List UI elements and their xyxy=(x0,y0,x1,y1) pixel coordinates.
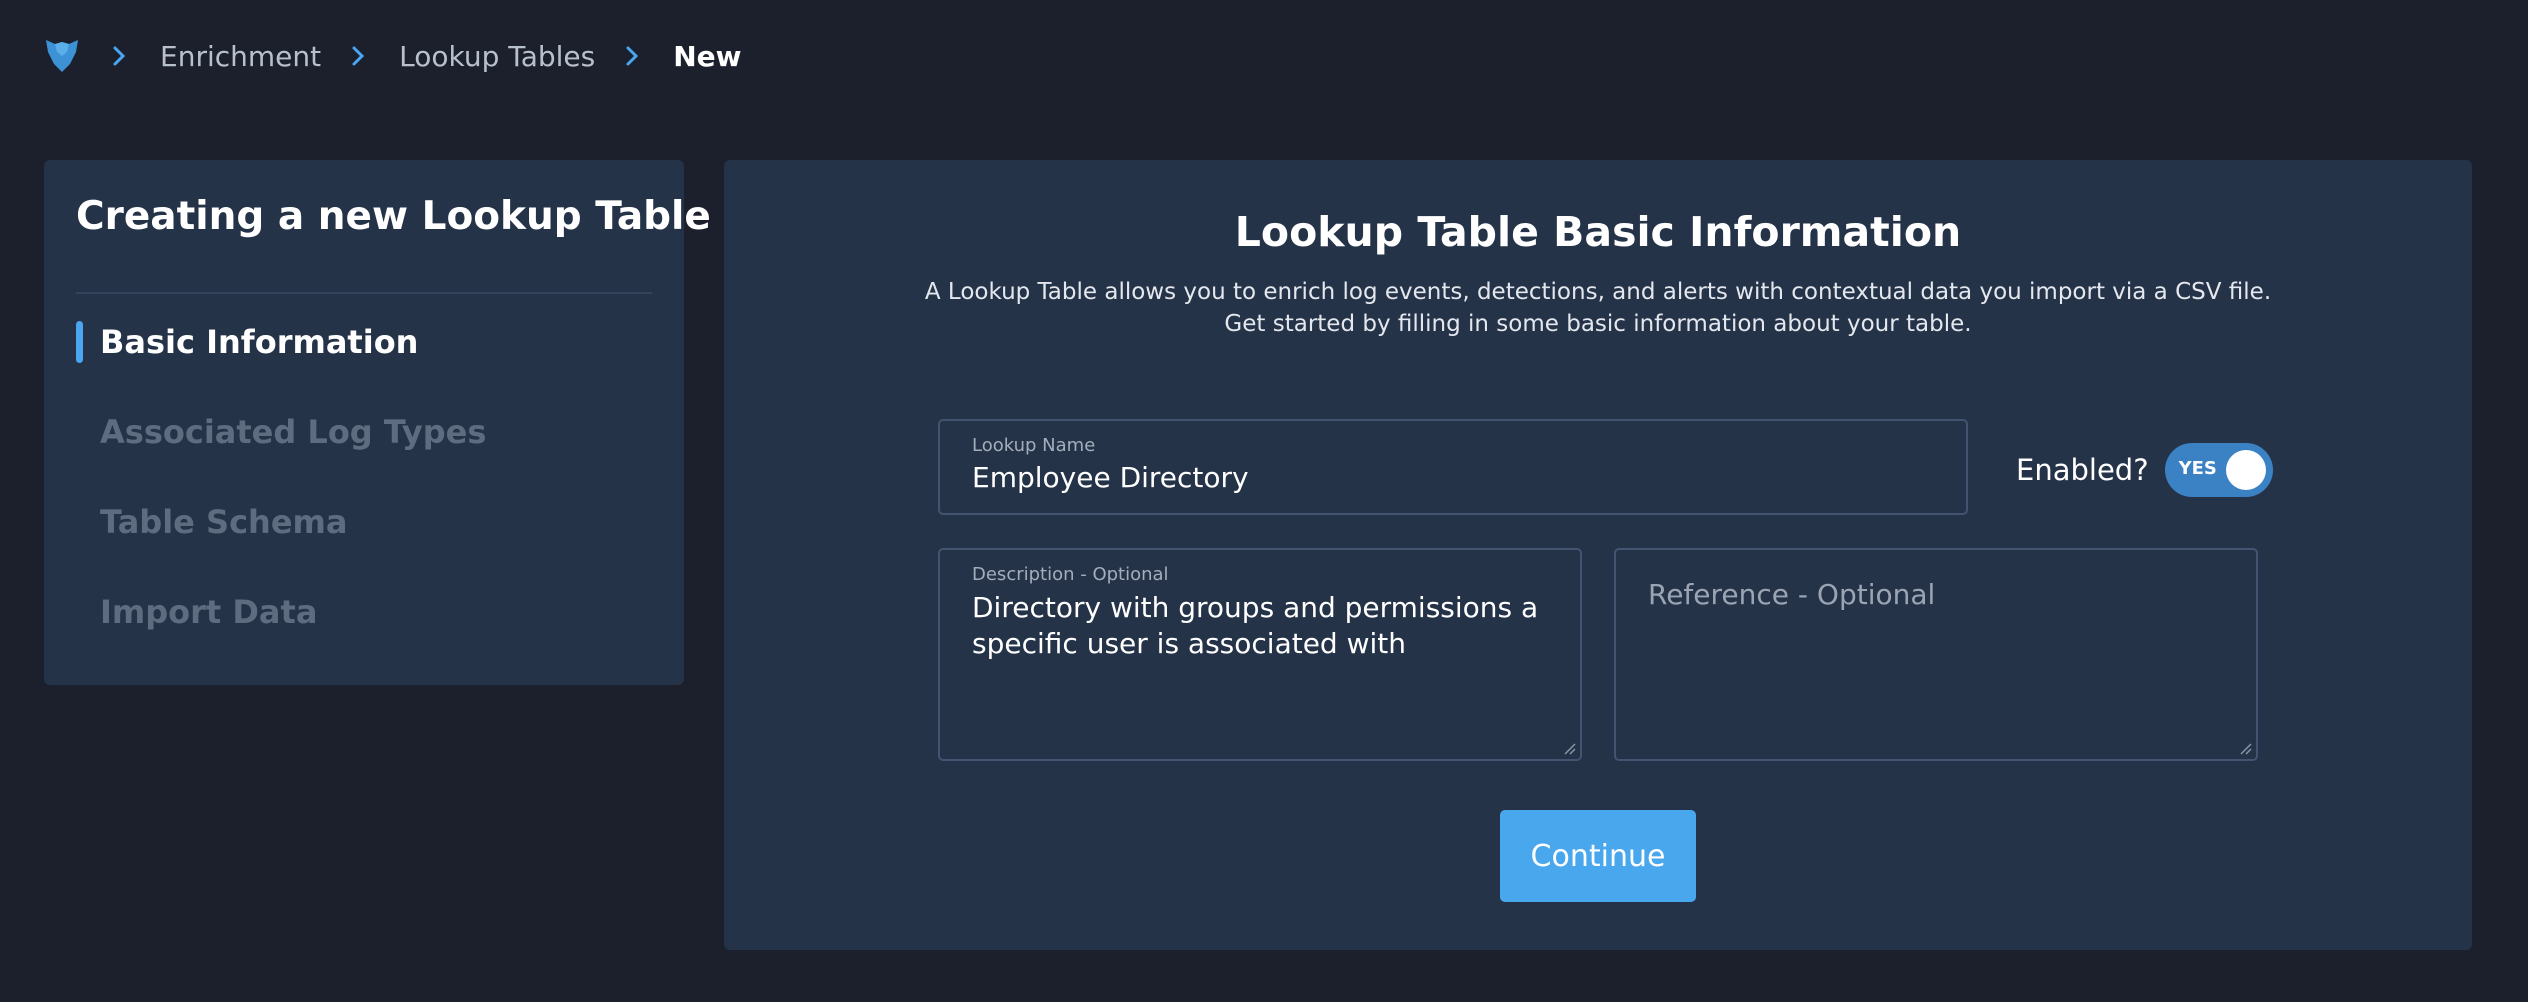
step-marker xyxy=(76,411,83,453)
reference-placeholder: Reference - Optional xyxy=(1648,578,1936,611)
description-textarea[interactable]: Directory with groups and permissions a … xyxy=(972,590,1548,730)
page-title: Lookup Table Basic Information xyxy=(1234,208,1962,256)
enabled-label: Enabled? xyxy=(2016,453,2149,487)
panther-logo-icon[interactable] xyxy=(42,36,82,76)
lookup-name-input[interactable] xyxy=(972,461,1934,494)
breadcrumb-current: New xyxy=(673,39,742,73)
description-field[interactable]: Description - Optional Directory with gr… xyxy=(938,548,1582,761)
sidebar-divider xyxy=(76,292,652,294)
chevron-right-icon xyxy=(625,45,647,67)
step-basic-information[interactable]: Basic Information xyxy=(76,320,418,364)
resize-handle-icon[interactable] xyxy=(1562,741,1576,755)
lookup-name-field[interactable]: Lookup Name xyxy=(938,419,1968,515)
step-label: Table Schema xyxy=(100,503,348,541)
sidebar-title: Creating a new Lookup Table xyxy=(76,194,711,239)
breadcrumb: Enrichment Lookup Tables New xyxy=(42,36,742,76)
continue-button[interactable]: Continue xyxy=(1500,810,1696,902)
step-label: Import Data xyxy=(100,593,318,631)
resize-handle-icon[interactable] xyxy=(2238,741,2252,755)
active-step-marker xyxy=(76,321,83,363)
basic-information-panel: Lookup Table Basic Information A Lookup … xyxy=(724,160,2472,950)
step-associated-log-types[interactable]: Associated Log Types xyxy=(76,410,486,454)
toggle-state-text: YES xyxy=(2178,458,2217,479)
step-label: Associated Log Types xyxy=(100,413,487,451)
step-marker xyxy=(76,591,83,633)
step-label: Basic Information xyxy=(100,323,419,361)
toggle-knob xyxy=(2225,450,2266,490)
description-label: Description - Optional xyxy=(972,564,1169,585)
wizard-sidebar: Creating a new Lookup Table Basic Inform… xyxy=(44,160,711,685)
page-description: A Lookup Table allows you to enrich log … xyxy=(724,276,2472,340)
chevron-right-icon xyxy=(112,45,134,67)
breadcrumb-lookup-tables-link[interactable]: Lookup Tables xyxy=(399,40,595,73)
description-line: Get started by filling in some basic inf… xyxy=(1224,311,1972,337)
breadcrumb-enrichment-link[interactable]: Enrichment xyxy=(160,40,321,73)
step-table-schema[interactable]: Table Schema xyxy=(76,500,347,544)
enabled-toggle-group: Enabled? YES xyxy=(2016,443,2273,497)
reference-field[interactable]: Reference - Optional xyxy=(1614,548,2258,761)
lookup-name-label: Lookup Name xyxy=(972,435,1096,456)
chevron-right-icon xyxy=(351,45,373,67)
enabled-toggle[interactable]: YES xyxy=(2164,443,2273,497)
description-line: A Lookup Table allows you to enrich log … xyxy=(924,279,2272,305)
step-import-data[interactable]: Import Data xyxy=(76,590,317,634)
step-marker xyxy=(76,501,83,543)
